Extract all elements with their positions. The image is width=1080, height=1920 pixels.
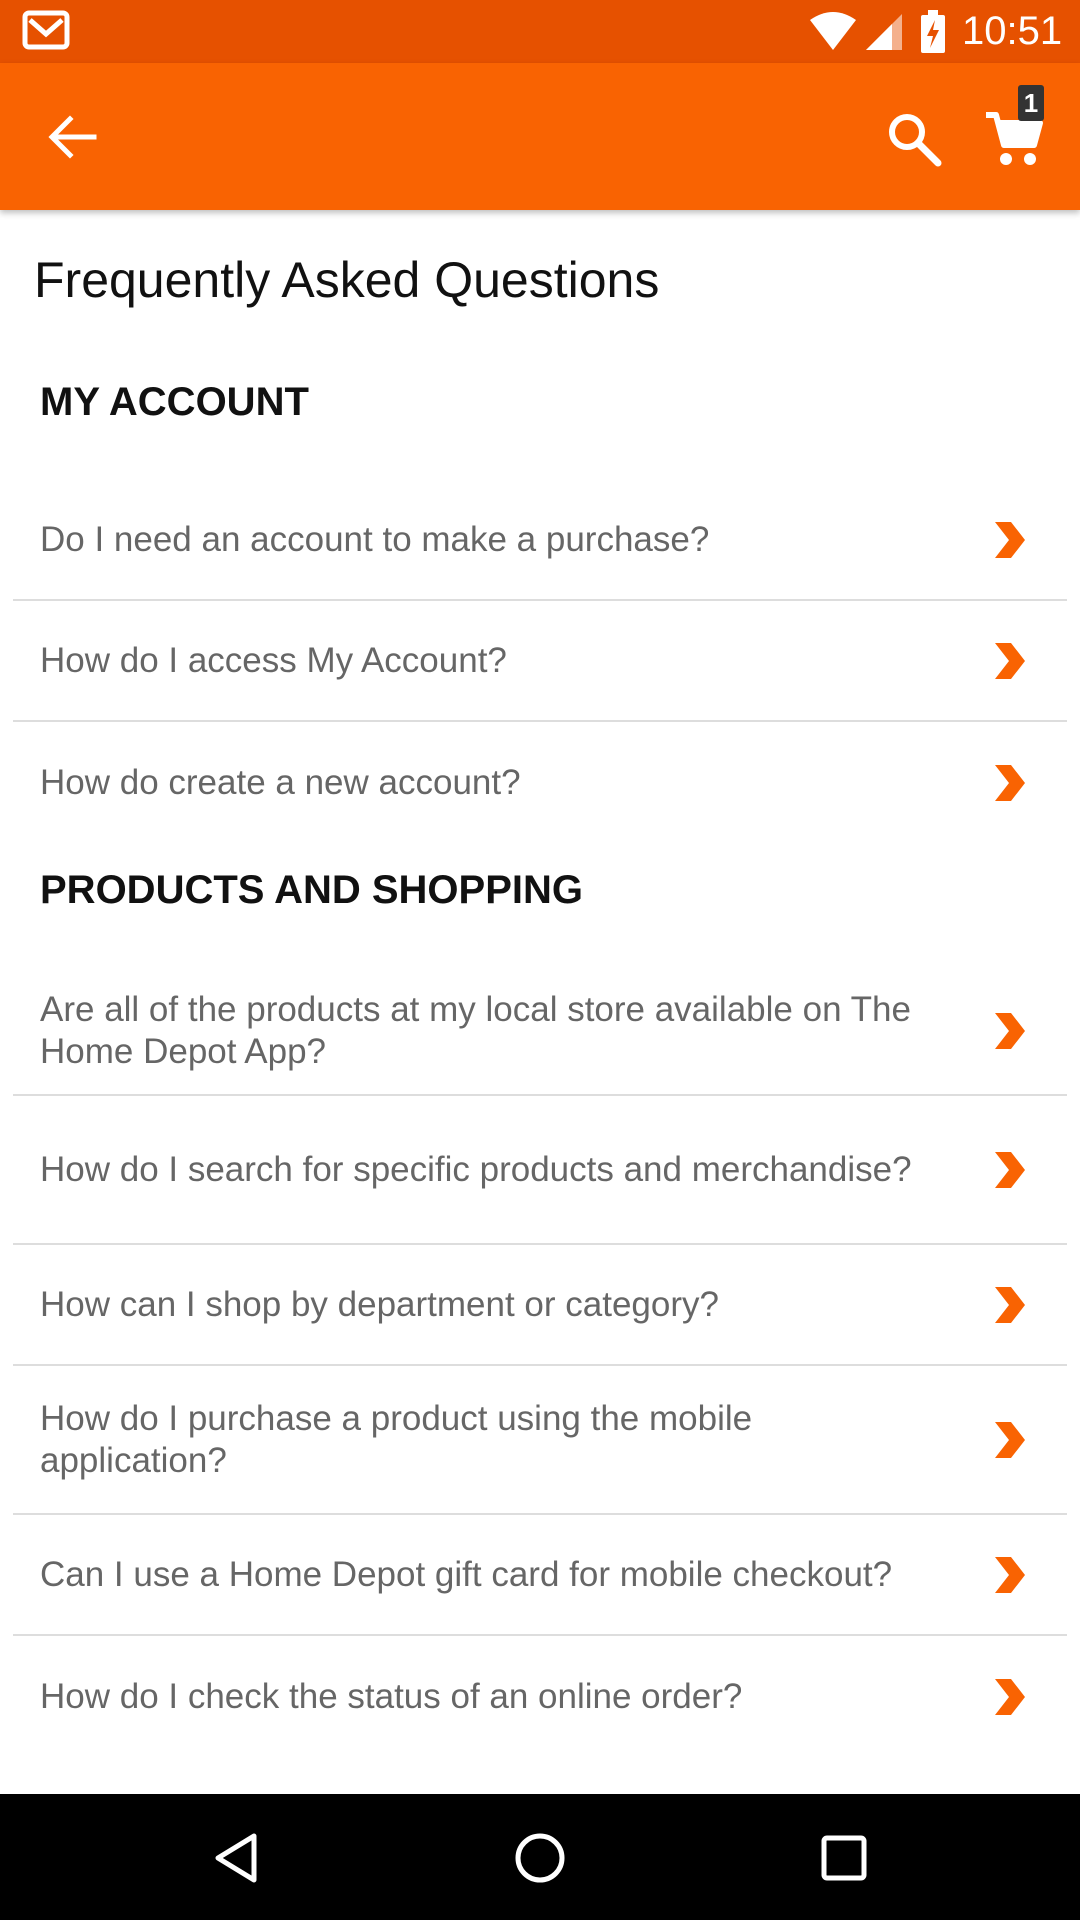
faq-question: How do I access My Account?	[40, 640, 507, 680]
chevron-right-icon	[995, 1012, 1025, 1049]
gmail-icon	[22, 10, 70, 50]
faq-item[interactable]: How do create a new account?	[13, 722, 1067, 843]
battery-charging-icon	[921, 10, 945, 53]
cart-count-badge: 1	[1018, 85, 1044, 121]
app-bar: 1	[0, 63, 1080, 210]
chevron-right-icon	[995, 1678, 1025, 1715]
chevron-right-icon	[995, 1556, 1025, 1593]
search-icon[interactable]	[884, 109, 944, 169]
faq-item[interactable]: How do I access My Account?	[13, 601, 1067, 722]
system-nav-bar	[0, 1794, 1080, 1920]
faq-question: Can I use a Home Depot gift card for mob…	[40, 1554, 893, 1594]
faq-item[interactable]: Do I need an account to make a purchase?	[13, 480, 1067, 601]
faq-item[interactable]: How do I purchase a product using the mo…	[13, 1366, 1067, 1515]
faq-question: How do create a new account?	[40, 762, 521, 802]
faq-question: How can I shop by department or category…	[40, 1284, 719, 1324]
faq-item[interactable]: How can I shop by department or category…	[13, 1245, 1067, 1366]
back-arrow-icon[interactable]	[44, 109, 100, 165]
home-circle-icon[interactable]	[510, 1828, 570, 1888]
faq-question: How do I purchase a product using the mo…	[40, 1398, 753, 1480]
section-title-my-account: MY ACCOUNT	[40, 380, 309, 424]
faq-item[interactable]: How do I search for specific products an…	[13, 1096, 1067, 1245]
signal-icon	[866, 14, 902, 50]
wifi-icon	[810, 12, 856, 50]
faq-item[interactable]: Are all of the products at my local stor…	[13, 967, 1067, 1096]
faq-question: Do I need an account to make a purchase?	[40, 519, 710, 559]
faq-question: Are all of the products at my local stor…	[40, 989, 911, 1071]
back-triangle-icon[interactable]	[206, 1828, 266, 1888]
faq-item[interactable]: Can I use a Home Depot gift card for mob…	[13, 1515, 1067, 1636]
chevron-right-icon	[995, 521, 1025, 558]
section-title-products-and-shopping: PRODUCTS AND SHOPPING	[40, 868, 584, 912]
chevron-right-icon	[995, 1151, 1025, 1188]
status-time: 10:51	[962, 9, 1063, 53]
status-bar: 10:51	[0, 0, 1080, 63]
chevron-right-icon	[995, 764, 1025, 801]
page-title: Frequently Asked Questions	[34, 252, 660, 308]
faq-question: How do I search for specific products an…	[40, 1149, 912, 1189]
chevron-right-icon	[995, 1421, 1025, 1458]
chevron-right-icon	[995, 1286, 1025, 1323]
recents-square-icon[interactable]	[814, 1828, 874, 1888]
chevron-right-icon	[995, 642, 1025, 679]
faq-question: How do I check the status of an online o…	[40, 1676, 743, 1716]
faq-item[interactable]: How do I check the status of an online o…	[13, 1636, 1067, 1757]
